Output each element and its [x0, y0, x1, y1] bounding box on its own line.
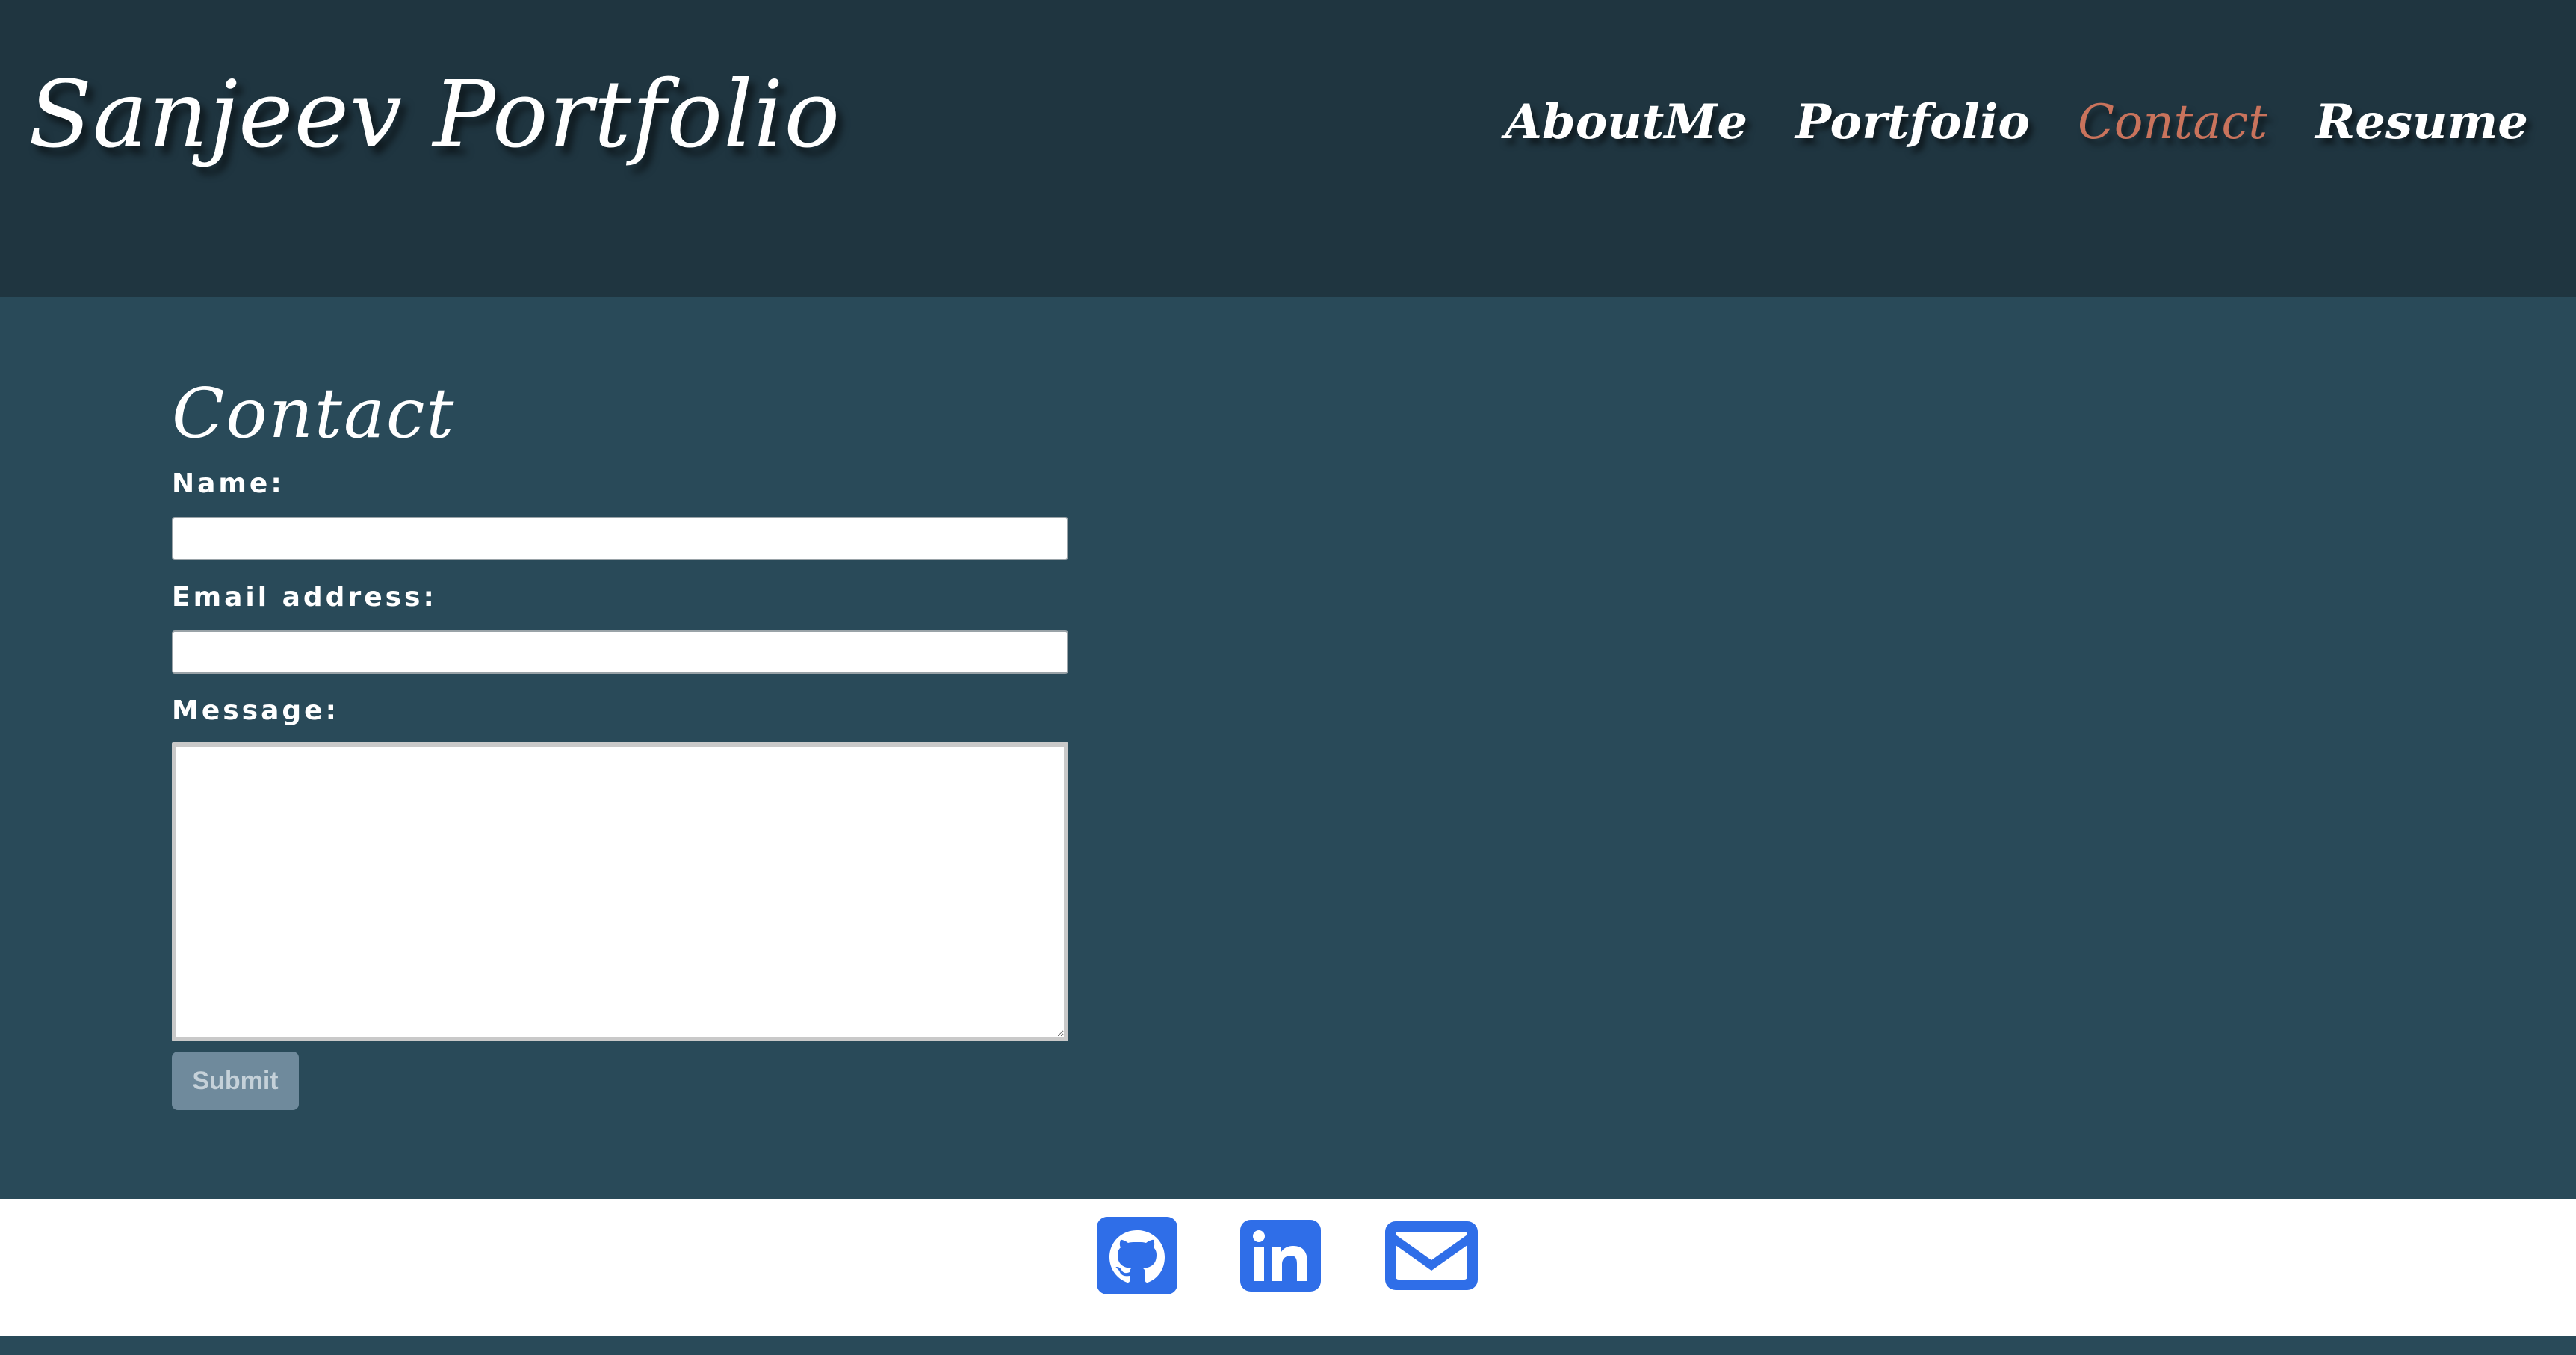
nav-link-contact[interactable]: Contact: [2078, 99, 2267, 146]
mail-icon: [1385, 1221, 1478, 1290]
name-label: Name:: [172, 468, 285, 499]
social-links: [1095, 1215, 1481, 1299]
nav-link-aboutme[interactable]: AboutMe: [1505, 99, 1747, 146]
main-nav: AboutMe Portfolio Contact Resume: [1505, 99, 2528, 147]
linkedin-icon: [1240, 1220, 1321, 1292]
site-footer: [0, 1199, 2576, 1336]
email-label: Email address:: [172, 582, 437, 613]
main-content: Contact Name: Email address: Message: Su…: [0, 297, 2576, 1199]
linkedin-link[interactable]: [1239, 1218, 1322, 1296]
bottom-bar: [0, 1336, 2576, 1355]
message-textarea[interactable]: [172, 742, 1068, 1041]
github-icon: [1097, 1217, 1177, 1294]
nav-link-resume[interactable]: Resume: [2315, 99, 2528, 146]
mail-link[interactable]: [1382, 1218, 1481, 1296]
contact-title: Contact: [172, 373, 456, 453]
contact-form: Name: Email address: Message: Submit: [172, 471, 1068, 1110]
nav-link-portfolio[interactable]: Portfolio: [1795, 99, 2030, 146]
github-link[interactable]: [1095, 1215, 1179, 1299]
name-input[interactable]: [172, 517, 1068, 560]
contact-section: Contact Name: Email address: Message: Su…: [172, 379, 1068, 1110]
submit-button[interactable]: Submit: [172, 1052, 299, 1110]
message-label: Message:: [172, 695, 339, 726]
site-brand[interactable]: Sanjeev Portfolio: [28, 69, 840, 161]
site-header: Sanjeev Portfolio AboutMe Portfolio Cont…: [0, 0, 2576, 297]
email-input[interactable]: [172, 630, 1068, 674]
